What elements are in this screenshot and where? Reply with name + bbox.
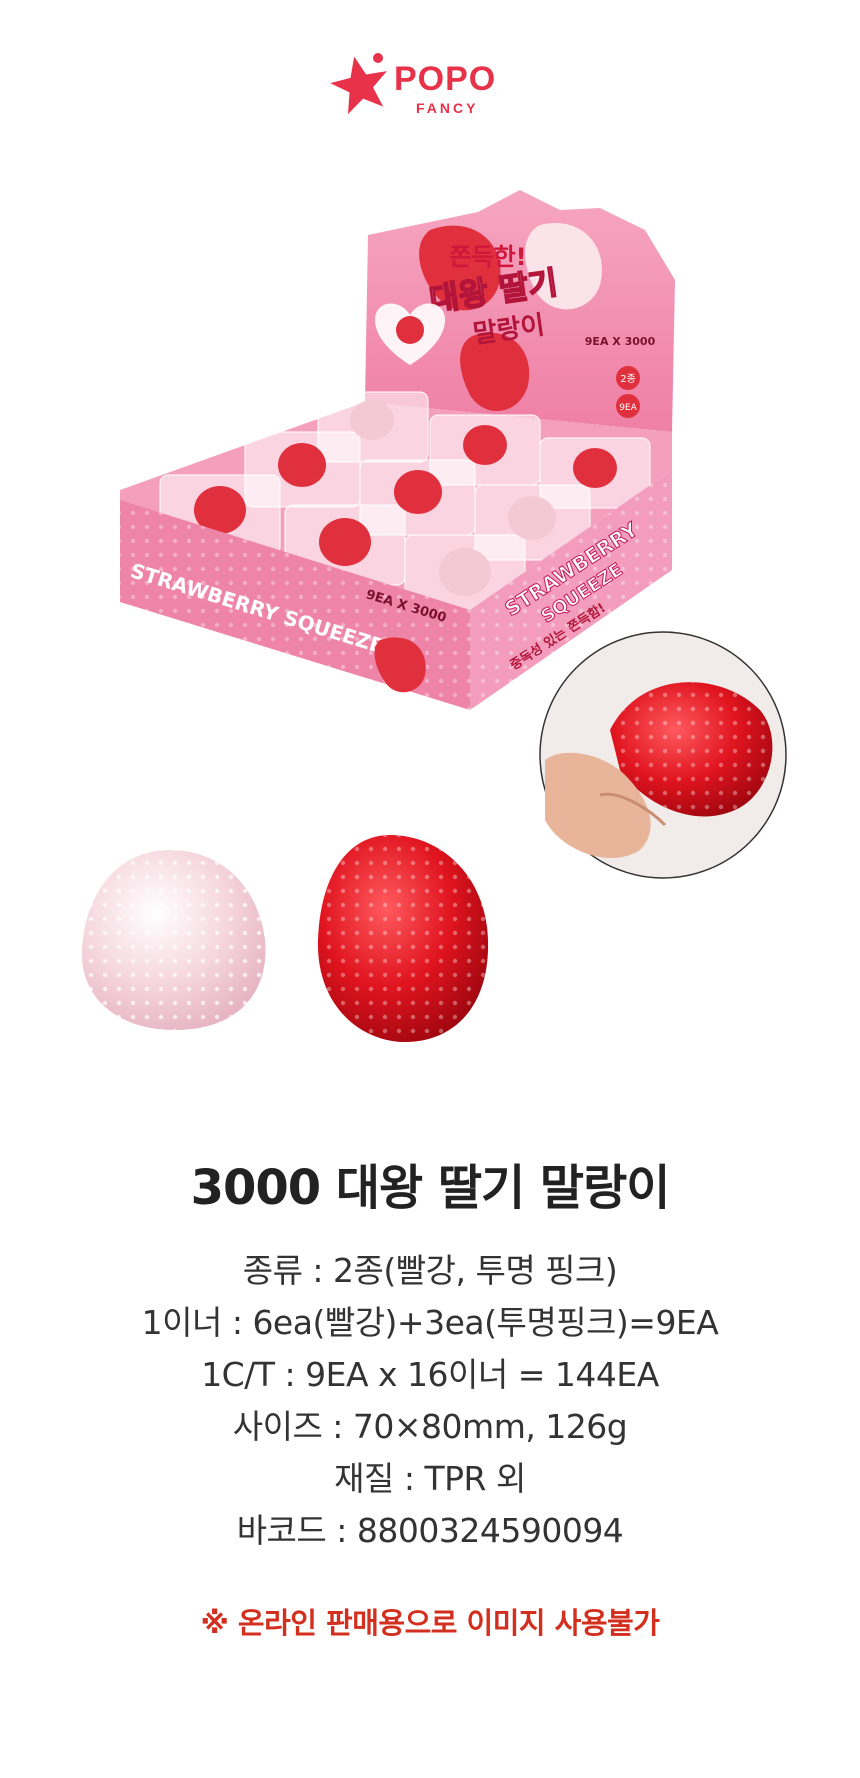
red-strawberry — [317, 835, 489, 1042]
star-logo-icon — [330, 53, 387, 115]
product-title: 3000 대왕 딸기 말랑이 — [190, 1160, 671, 1216]
product-specs: 종류 : 2종(빨강, 투명 핑크) 1이너 : 6ea(빨강)+3ea(투명핑… — [0, 1245, 860, 1557]
spec-barcode: 바코드 : 8800324590094 — [236, 1511, 624, 1550]
display-box: 쫀득한! 대왕 딸기 말랑이 9EA X 3000 2종 9EA STRAWBE… — [120, 190, 675, 710]
usage-notice: ※ 온라인 판매용으로 이미지 사용불가 — [200, 1606, 660, 1640]
badge-kinds-label: 2종 — [620, 373, 636, 385]
spec-carton: 1C/T : 9EA x 16이너 = 144EA — [201, 1355, 659, 1394]
pink-strawberry — [81, 850, 266, 1030]
brand-logo: POPO FANCY — [328, 48, 528, 118]
spec-material: 재질 : TPR 외 — [334, 1459, 526, 1498]
spec-size: 사이즈 : 70×80mm, 126g — [232, 1407, 628, 1446]
squeeze-photo — [539, 631, 787, 879]
spec-inner: 1이너 : 6ea(빨강)+3ea(투명핑크)=9EA — [141, 1303, 719, 1342]
badge-count-label: 9EA — [619, 403, 637, 413]
box-headline-1: 쫀득한! — [449, 243, 526, 271]
brand-subname: FANCY — [416, 100, 479, 116]
brand-name: POPO — [394, 60, 497, 98]
product-photo: 쫀득한! 대왕 딸기 말랑이 9EA X 3000 2종 9EA STRAWBE… — [81, 190, 787, 1042]
spec-type: 종류 : 2종(빨강, 투명 핑크) — [242, 1251, 618, 1290]
box-count-label: 9EA X 3000 — [585, 335, 656, 348]
